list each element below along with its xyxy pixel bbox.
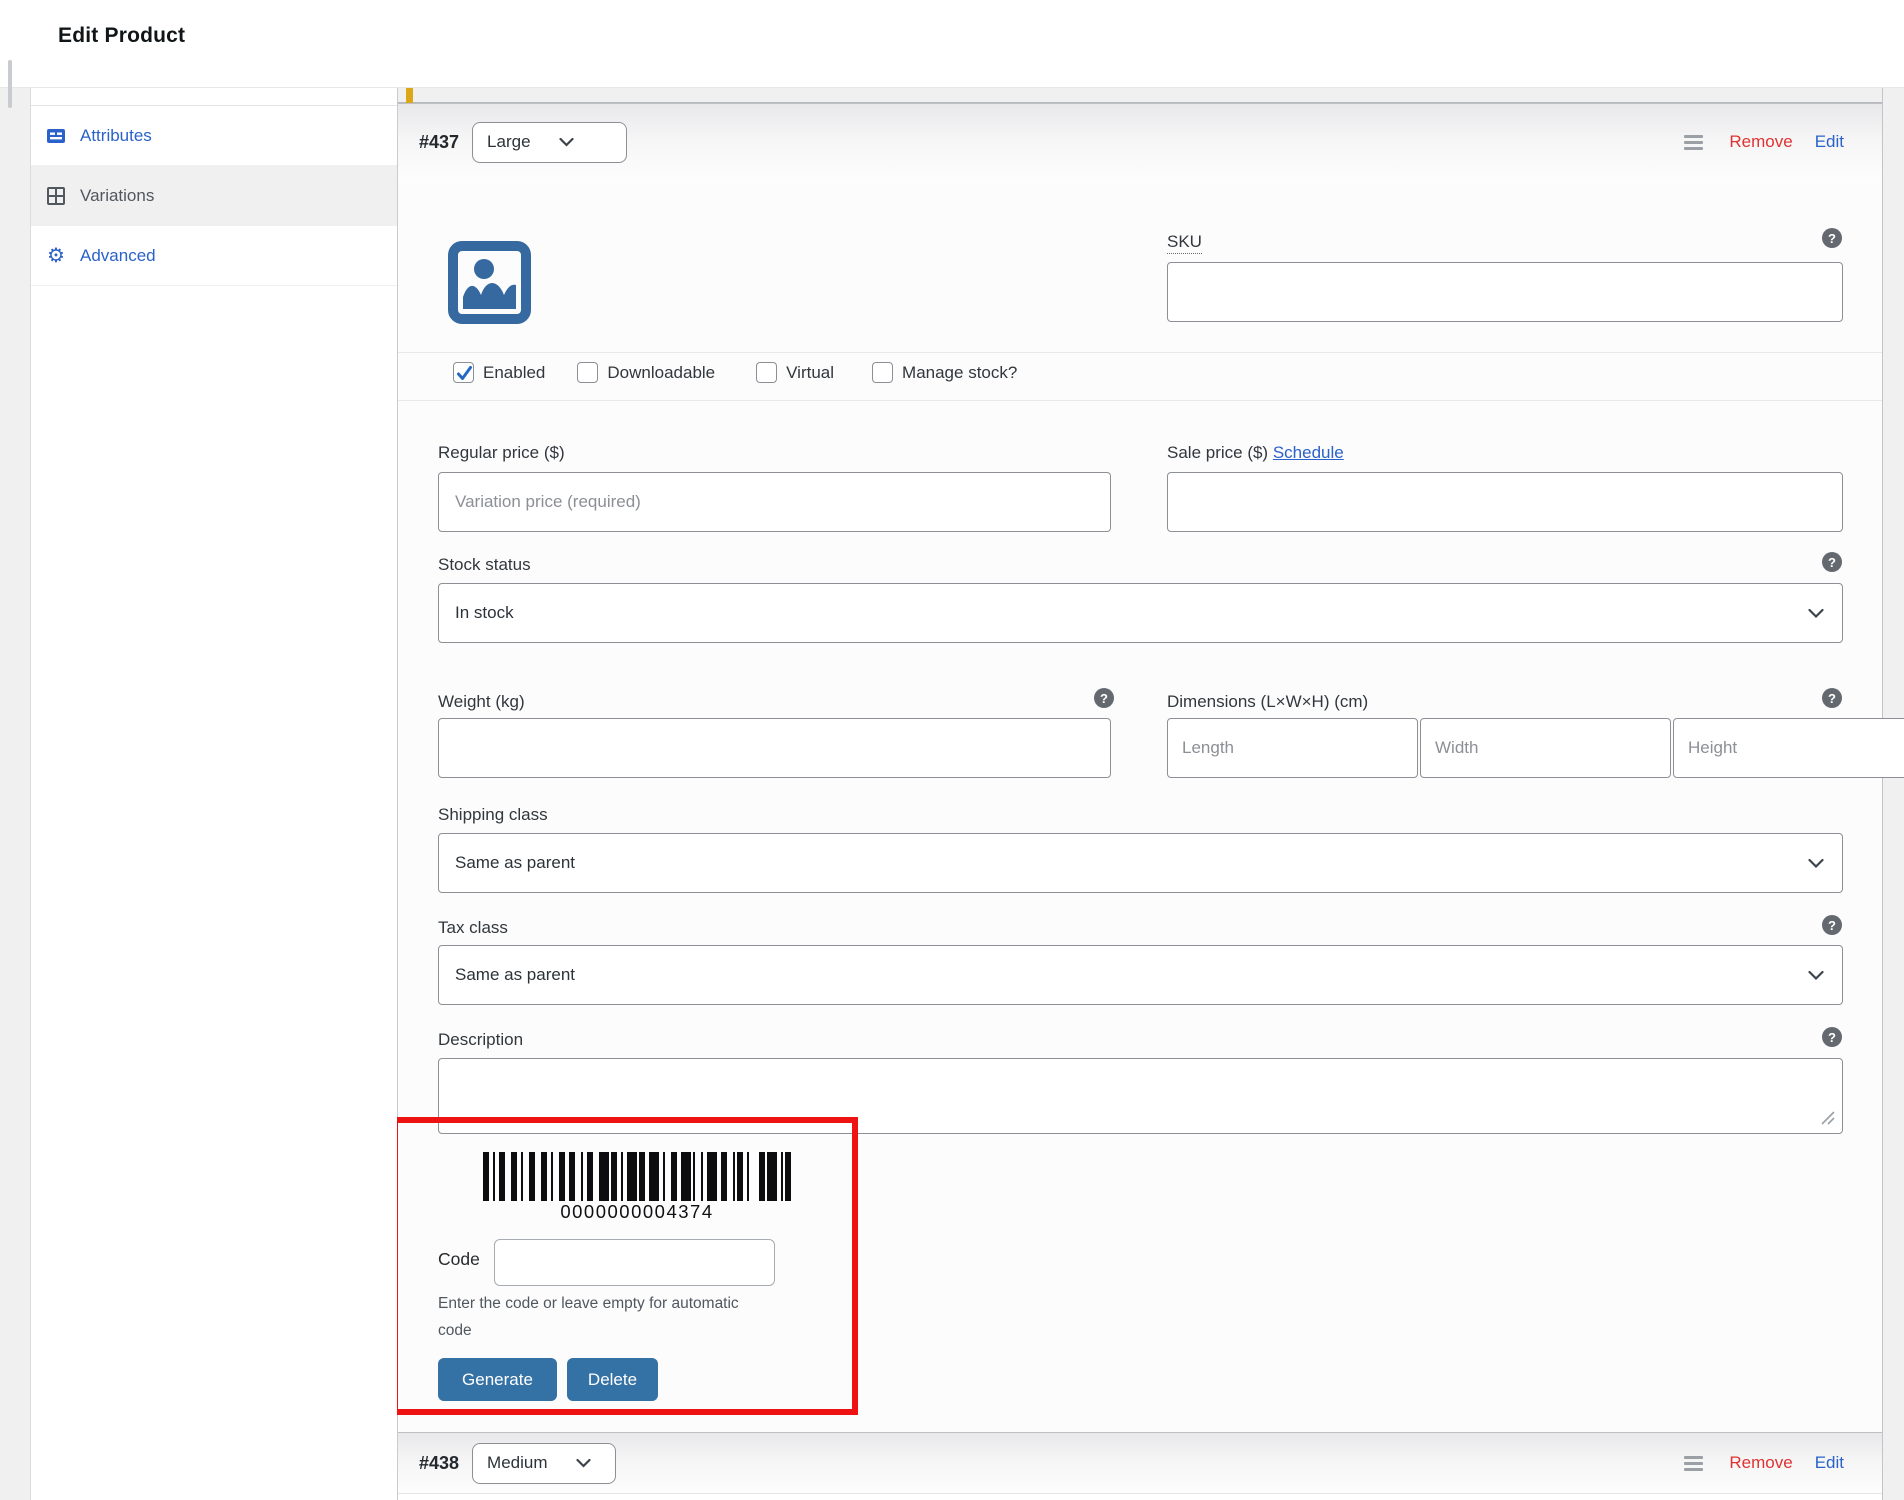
chevron-down-icon — [1808, 608, 1824, 619]
remove-variation-link[interactable]: Remove — [1729, 1453, 1792, 1473]
dimensions-inputs — [1167, 718, 1843, 778]
tax-class-help-icon[interactable]: ? — [1822, 915, 1842, 935]
sale-price-input[interactable] — [1167, 472, 1843, 532]
weight-help-icon[interactable]: ? — [1094, 688, 1114, 708]
description-label: Description — [438, 1030, 523, 1050]
sidebar-top-border — [31, 88, 397, 106]
shipping-class-value: Same as parent — [455, 853, 575, 873]
notice-cutoff — [398, 88, 1882, 103]
code-input[interactable] — [494, 1239, 775, 1286]
sku-label: SKU — [1167, 232, 1202, 252]
shipping-class-label: Shipping class — [438, 805, 548, 825]
variation-id: #437 — [419, 132, 459, 153]
description-textarea[interactable] — [438, 1058, 1843, 1134]
width-input[interactable] — [1420, 718, 1671, 778]
variation-attribute-select[interactable]: Medium — [472, 1443, 616, 1484]
code-label: Code — [438, 1249, 480, 1270]
barcode-image — [483, 1152, 791, 1201]
remove-variation-link[interactable]: Remove — [1729, 132, 1792, 152]
checkbox-box — [872, 362, 893, 383]
chevron-down-icon — [559, 137, 574, 147]
delete-button[interactable]: Delete — [567, 1358, 658, 1401]
variations-grid-icon — [46, 186, 66, 206]
drag-handle-icon[interactable] — [1684, 1456, 1703, 1471]
variations-panel: #437 Large Remove Edit SKU ? — [397, 88, 1883, 1500]
notice-yellow-bar — [406, 88, 413, 103]
regular-price-label: Regular price ($) — [438, 443, 565, 463]
checkbox-label: Virtual — [786, 363, 834, 383]
weight-label: Weight (kg) — [438, 692, 525, 712]
sku-help-icon[interactable]: ? — [1822, 228, 1842, 248]
variation-437-header: #437 Large Remove Edit — [398, 103, 1882, 180]
scrollbar-thumb[interactable] — [8, 60, 12, 108]
code-helper-text: Enter the code or leave empty for automa… — [438, 1290, 768, 1344]
edit-variation-link[interactable]: Edit — [1815, 1453, 1844, 1473]
variation-id: #438 — [419, 1453, 459, 1474]
chevron-down-icon — [576, 1458, 591, 1468]
downloadable-checkbox[interactable]: Downloadable — [577, 362, 715, 383]
shipping-class-select[interactable]: Same as parent — [438, 833, 1843, 893]
page-title: Edit Product — [58, 24, 185, 48]
checkbox-box — [577, 362, 598, 383]
checkbox-box — [756, 362, 777, 383]
sidebar-item-label: Variations — [80, 186, 154, 206]
variation-attribute-value: Medium — [487, 1453, 547, 1473]
variation-flags: Enabled Downloadable Virtual Manage stoc… — [453, 362, 1017, 383]
sidebar-item-attributes[interactable]: Attributes — [31, 106, 397, 166]
variation-437-form: SKU ? Enabled Downloadable Virtual Manag… — [398, 180, 1882, 1432]
generate-button[interactable]: Generate — [438, 1358, 557, 1401]
enabled-checkbox[interactable]: Enabled — [453, 362, 545, 383]
regular-price-input[interactable] — [438, 472, 1111, 532]
sale-price-label: Sale price ($) Schedule — [1167, 443, 1344, 463]
checkbox-label: Downloadable — [607, 363, 715, 383]
stock-status-label: Stock status — [438, 555, 531, 575]
dimensions-label: Dimensions (L×W×H) (cm) — [1167, 692, 1368, 712]
variation-attribute-select[interactable]: Large — [472, 122, 627, 163]
chevron-down-icon — [1808, 858, 1824, 869]
edit-variation-link[interactable]: Edit — [1815, 132, 1844, 152]
tax-class-value: Same as parent — [455, 965, 575, 985]
stock-status-value: In stock — [455, 603, 514, 623]
variation-image-placeholder[interactable] — [448, 241, 531, 324]
manage-stock-checkbox[interactable]: Manage stock? — [872, 362, 1017, 383]
dimensions-help-icon[interactable]: ? — [1822, 688, 1842, 708]
sidebar-item-advanced[interactable]: ⚙ Advanced — [31, 226, 397, 286]
product-data-sidebar: Attributes Variations ⚙ Advanced — [30, 88, 397, 1500]
page-header: Edit Product — [0, 0, 1904, 88]
description-help-icon[interactable]: ? — [1822, 1027, 1842, 1047]
attributes-card-icon — [46, 126, 66, 146]
length-input[interactable] — [1167, 718, 1418, 778]
height-input[interactable] — [1673, 718, 1904, 778]
divider — [398, 400, 1882, 401]
checkbox-box — [453, 362, 474, 383]
drag-handle-icon[interactable] — [1684, 135, 1703, 150]
sidebar-item-label: Attributes — [80, 126, 152, 146]
gear-icon: ⚙ — [46, 246, 66, 266]
checkbox-label: Enabled — [483, 363, 545, 383]
barcode-value: 0000000004374 — [483, 1201, 791, 1223]
tax-class-select[interactable]: Same as parent — [438, 945, 1843, 1005]
sidebar-item-label: Advanced — [80, 246, 156, 266]
virtual-checkbox[interactable]: Virtual — [756, 362, 834, 383]
weight-input[interactable] — [438, 718, 1111, 778]
chevron-down-icon — [1808, 970, 1824, 981]
variation-438-header: #438 Medium Remove Edit — [398, 1432, 1882, 1494]
schedule-link[interactable]: Schedule — [1273, 443, 1344, 462]
tax-class-label: Tax class — [438, 918, 508, 938]
checkbox-label: Manage stock? — [902, 363, 1017, 383]
variation-attribute-value: Large — [487, 132, 530, 152]
stock-status-select[interactable]: In stock — [438, 583, 1843, 643]
stock-status-help-icon[interactable]: ? — [1822, 552, 1842, 572]
sidebar-item-variations[interactable]: Variations — [31, 166, 397, 226]
sku-input[interactable] — [1167, 262, 1843, 322]
divider — [398, 352, 1882, 353]
